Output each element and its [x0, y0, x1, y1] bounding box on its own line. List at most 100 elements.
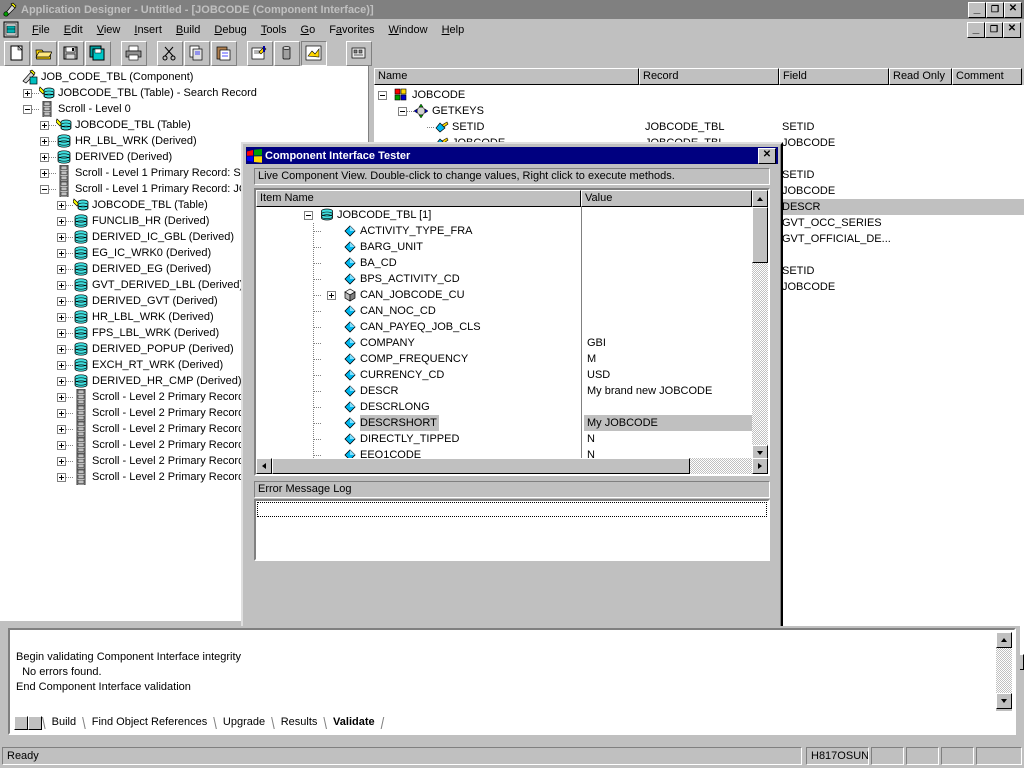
tree-expander[interactable] [57, 281, 66, 290]
save-icon[interactable] [58, 41, 84, 66]
tester-grid-row[interactable]: BARG_UNIT [256, 239, 753, 255]
tree-expander[interactable] [23, 89, 32, 98]
ci-row-expander[interactable] [398, 107, 407, 116]
tree-expander[interactable] [40, 153, 49, 162]
mdi-minimize-button[interactable]: _ [967, 22, 985, 38]
ci-column-header[interactable]: Name [374, 68, 639, 85]
tester-row-value[interactable] [584, 239, 753, 255]
tree-expander[interactable] [57, 233, 66, 242]
dialog-close-button[interactable]: ✕ [758, 148, 776, 164]
menu-window[interactable]: Window [381, 22, 434, 38]
tester-grid-row[interactable]: CURRENCY_CDUSD [256, 367, 753, 383]
tester-row-value[interactable]: M [584, 351, 753, 367]
tree-expander[interactable] [40, 137, 49, 146]
tree-expander[interactable] [57, 217, 66, 226]
tester-row-value[interactable]: My JOBCODE [584, 415, 753, 431]
tester-grid-row[interactable]: CAN_NOC_CD [256, 303, 753, 319]
output-tab[interactable]: Build [46, 715, 82, 730]
close-button[interactable]: ✕ [1004, 2, 1022, 18]
column-header-value[interactable]: Value [581, 190, 752, 207]
tree-expander[interactable] [57, 345, 66, 354]
ci-column-header[interactable]: Field [779, 68, 889, 85]
tester-row-expander[interactable] [327, 291, 336, 300]
tester-grid-row[interactable]: JOBCODE_TBL [1] [256, 207, 753, 223]
output-scroll-up-button[interactable] [996, 632, 1012, 648]
tree-expander[interactable] [40, 169, 49, 178]
tester-grid-row[interactable]: COMPANYGBI [256, 335, 753, 351]
tester-grid-row[interactable]: DESCRLONG [256, 399, 753, 415]
output-box[interactable]: Begin validating Component Interface int… [8, 628, 1016, 735]
tree-expander[interactable] [57, 409, 66, 418]
tester-row-value[interactable] [584, 319, 753, 335]
tree-expander[interactable] [57, 313, 66, 322]
tree-expander[interactable] [57, 297, 66, 306]
tree-expander[interactable] [57, 361, 66, 370]
project-tree-row[interactable]: Scroll - Level 0 [0, 101, 368, 117]
grid-hscroll-thumb[interactable] [272, 458, 690, 474]
menu-favorites[interactable]: Favorites [322, 22, 381, 38]
tab-scroll-right-button[interactable] [28, 716, 42, 730]
project-tree-row[interactable]: JOB_CODE_TBL (Component) [0, 69, 368, 85]
tree-expander[interactable] [57, 201, 66, 210]
output-tab[interactable]: Results [275, 715, 324, 730]
ci-definition-row[interactable]: JOBCODE [374, 87, 1024, 103]
ci-definition-row[interactable]: SETIDJOBCODE_TBLSETID [374, 119, 1024, 135]
tester-row-value[interactable] [584, 287, 753, 303]
tester-row-value[interactable] [584, 271, 753, 287]
ci-column-header[interactable]: Comment [952, 68, 1022, 85]
grid-rows-area[interactable]: JOBCODE_TBL [1]ACTIVITY_TYPE_FRABARG_UNI… [256, 207, 753, 461]
menu-view[interactable]: View [90, 22, 128, 38]
tester-row-value[interactable]: My brand new JOBCODE [584, 383, 753, 399]
grid-hscroll-track[interactable] [690, 458, 752, 474]
tree-expander[interactable] [57, 473, 66, 482]
menu-edit[interactable]: Edit [57, 22, 90, 38]
tree-expander[interactable] [57, 377, 66, 386]
tester-grid-row[interactable]: CAN_JOBCODE_CU [256, 287, 753, 303]
menu-file[interactable]: File [25, 22, 57, 38]
cut-scissors-icon[interactable] [157, 41, 183, 66]
output-tab[interactable]: Upgrade [217, 715, 271, 730]
output-scroll-down-button[interactable] [996, 693, 1012, 709]
tree-expander[interactable] [57, 393, 66, 402]
ci-column-header[interactable]: Read Only [889, 68, 952, 85]
grid-vscroll-track[interactable] [752, 263, 768, 445]
project-tree-row[interactable]: JOBCODE_TBL (Table) [0, 117, 368, 133]
menu-build[interactable]: Build [169, 22, 207, 38]
tester-row-expander[interactable] [304, 211, 313, 220]
output-scrollbar[interactable] [996, 632, 1012, 711]
tree-expander[interactable] [23, 105, 32, 114]
menu-debug[interactable]: Debug [207, 22, 253, 38]
tree-expander[interactable] [57, 441, 66, 450]
tester-row-value[interactable] [584, 399, 753, 415]
menu-go[interactable]: Go [294, 22, 323, 38]
ci-tester-icon[interactable] [346, 41, 372, 66]
tree-expander[interactable] [57, 329, 66, 338]
tester-grid-row[interactable]: DESCRMy brand new JOBCODE [256, 383, 753, 399]
save-all-icon[interactable] [85, 41, 111, 66]
output-scroll-track[interactable] [996, 648, 1012, 693]
view-definition-icon[interactable] [301, 41, 327, 66]
maximize-restore-button[interactable]: ❐ [986, 2, 1004, 18]
tester-row-value[interactable] [584, 223, 753, 239]
mdi-close-button[interactable]: ✕ [1003, 22, 1021, 38]
ci-column-header[interactable]: Record [639, 68, 779, 85]
open-folder-icon[interactable] [31, 41, 57, 66]
tree-expander[interactable] [40, 121, 49, 130]
error-log-box[interactable] [254, 499, 770, 561]
tester-row-value[interactable] [584, 207, 753, 223]
paste-icon[interactable] [211, 41, 237, 66]
tab-scroll-left-button[interactable] [14, 716, 28, 730]
component-interface-tester-dialog[interactable]: Component Interface Tester ✕ Live Compon… [241, 142, 783, 630]
live-component-view-grid[interactable]: Item Name Value JOBCODE_TBL [1]ACTIVITY_… [254, 188, 770, 476]
ci-definition-row[interactable]: GETKEYS [374, 103, 1024, 119]
tester-grid-row[interactable]: DIRECTLY_TIPPEDN [256, 431, 753, 447]
dialog-titlebar[interactable]: Component Interface Tester ✕ [246, 147, 778, 164]
ci-row-expander[interactable] [378, 91, 387, 100]
tester-grid-row[interactable]: BPS_ACTIVITY_CD [256, 271, 753, 287]
project-properties-icon[interactable] [247, 41, 273, 66]
tree-expander[interactable] [57, 265, 66, 274]
output-tab[interactable]: Find Object References [86, 715, 214, 730]
menu-help[interactable]: Help [435, 22, 472, 38]
tester-grid-row[interactable]: COMP_FREQUENCYM [256, 351, 753, 367]
print-icon[interactable] [121, 41, 147, 66]
